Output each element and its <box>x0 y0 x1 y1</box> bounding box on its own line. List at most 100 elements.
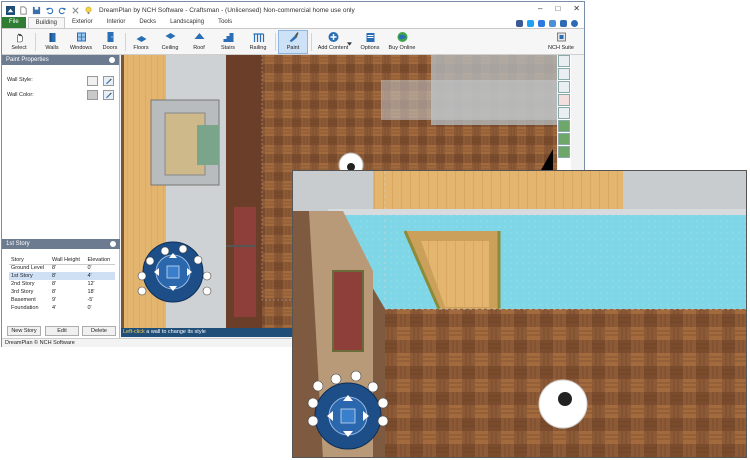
redo-icon[interactable] <box>58 6 67 15</box>
wall-color-picker[interactable] <box>103 90 114 100</box>
railing-icon <box>253 33 264 42</box>
table-row[interactable]: 2nd Story 8' 12' <box>9 280 115 288</box>
stairs-button[interactable]: Stairs <box>213 31 243 51</box>
delete-tool-icon[interactable] <box>558 94 570 106</box>
paint-brush-icon <box>289 32 298 42</box>
table-row[interactable]: Basement 9' -5' <box>9 296 115 304</box>
walls-button[interactable]: Walls <box>37 31 67 51</box>
eyedropper-icon <box>106 92 112 99</box>
hint-text: a wall to change its style <box>144 329 206 335</box>
new-file-icon[interactable] <box>19 6 28 15</box>
paint-button[interactable]: Paint <box>278 30 308 54</box>
roof-button[interactable]: Roof <box>184 31 214 51</box>
floor-icon <box>136 36 146 42</box>
roof-icon <box>194 33 204 39</box>
table-row[interactable]: Foundation 4' 0' <box>9 304 115 312</box>
chevron-down-icon[interactable] <box>347 42 352 46</box>
select-button[interactable]: Select <box>4 31 34 51</box>
grass-tool-icon[interactable] <box>558 146 570 158</box>
globe-icon <box>397 32 407 42</box>
eyedropper-icon <box>106 78 112 85</box>
collapse-icon[interactable] <box>110 241 116 247</box>
wall-color-swatch[interactable] <box>87 90 98 100</box>
properties-panel: Paint Properties Wall Style: Wall Color:… <box>2 55 120 338</box>
undo-icon[interactable] <box>45 6 54 15</box>
hand-pointer-icon <box>16 33 23 43</box>
minimize-button[interactable]: – <box>538 4 542 13</box>
quick-access-toolbar <box>2 5 93 15</box>
nch-suite-button[interactable]: NCH Suite <box>544 31 578 51</box>
wall-style-picker[interactable] <box>103 76 114 86</box>
tab-file[interactable]: File <box>2 17 26 28</box>
save-icon[interactable] <box>32 6 41 15</box>
delete-icon[interactable] <box>71 6 80 15</box>
wall-style-label: Wall Style: <box>7 77 33 83</box>
title-bar: DreamPlan by NCH Software - Craftsman - … <box>2 2 584 18</box>
tab-building[interactable]: Building <box>27 17 66 28</box>
delete-story-button[interactable]: Delete <box>82 326 116 336</box>
landscape-tool-icon[interactable] <box>558 133 570 145</box>
tab-interior[interactable]: Interior <box>100 17 133 28</box>
tab-exterior[interactable]: Exterior <box>65 17 100 28</box>
railing-button[interactable]: Railing <box>243 31 273 51</box>
options-button[interactable]: Options <box>355 31 385 51</box>
buy-online-button[interactable]: Buy Online <box>386 31 418 51</box>
app-logo-icon <box>6 5 15 15</box>
right-tool-strip <box>558 55 571 172</box>
zoomed-scene-render <box>293 171 746 457</box>
story-section: 1st Story <box>2 239 120 249</box>
help-icons <box>516 18 578 29</box>
wall-style-swatch[interactable] <box>87 76 98 86</box>
tab-landscaping[interactable]: Landscaping <box>163 17 211 28</box>
add-content-button[interactable]: Add Content <box>312 31 354 51</box>
twitter-icon[interactable] <box>527 20 534 27</box>
screen-icon[interactable] <box>549 20 556 27</box>
ceiling-icon <box>165 33 175 39</box>
zoomed-viewport[interactable] <box>292 170 747 458</box>
zoom-connector <box>541 149 553 170</box>
paint-properties-header: Paint Properties <box>2 55 119 65</box>
maximize-button[interactable]: □ <box>555 4 560 13</box>
edit-story-button[interactable]: Edit <box>45 326 79 336</box>
windows-button[interactable]: Windows <box>66 31 96 51</box>
paint-properties-title: Paint Properties <box>6 57 49 63</box>
ribbon-tabs: File Building Exterior Interior Decks La… <box>2 17 584 29</box>
wall-color-label: Wall Color: <box>7 92 34 98</box>
floors-button[interactable]: Floors <box>126 31 156 51</box>
page-tool-icon[interactable] <box>558 107 570 119</box>
app-root: DreamPlan by NCH Software - Craftsman - … <box>0 0 750 460</box>
thumbs-up-icon[interactable] <box>538 20 545 27</box>
lightbulb-icon[interactable] <box>84 6 93 15</box>
ribbon-toolbar: Select Walls Windows Doors Floors Ceilin… <box>2 29 584 55</box>
walls-icon <box>49 33 55 42</box>
door-icon <box>107 32 113 42</box>
story-title: 1st Story <box>6 241 30 247</box>
stairs-icon <box>223 33 233 42</box>
story-table: Story Wall Height Elevation Ground Level… <box>9 256 115 312</box>
tab-decks[interactable]: Decks <box>132 17 163 28</box>
nch-suite-icon <box>556 32 566 42</box>
status-text: DreamPlan © NCH Software <box>5 340 75 346</box>
window-icon <box>76 32 86 42</box>
facebook-icon[interactable] <box>516 20 523 27</box>
orbit-tool-icon[interactable] <box>558 81 570 93</box>
help-icon[interactable] <box>571 20 578 27</box>
window-controls: – □ ✕ <box>538 4 580 13</box>
doors-button[interactable]: Doors <box>95 31 125 51</box>
rotate-tool-icon[interactable] <box>558 68 570 80</box>
info-icon[interactable] <box>560 20 567 27</box>
hint-highlight: Left-click <box>123 329 145 335</box>
new-story-button[interactable]: New Story <box>7 326 41 336</box>
ceiling-button[interactable]: Ceiling <box>155 31 185 51</box>
terrain-tool-icon[interactable] <box>558 120 570 132</box>
table-row[interactable]: Ground Level 8' 0' <box>9 264 115 272</box>
close-button[interactable]: ✕ <box>573 4 580 13</box>
hand-tool-icon[interactable] <box>558 55 570 67</box>
table-header: Story Wall Height Elevation <box>9 256 115 265</box>
options-icon <box>366 33 374 42</box>
collapse-icon[interactable] <box>109 57 115 63</box>
table-row-selected[interactable]: 1st Story 8' 4' <box>9 272 115 280</box>
table-row[interactable]: 3rd Story 8' 18' <box>9 288 115 296</box>
tab-tools[interactable]: Tools <box>211 17 239 28</box>
add-content-icon <box>328 32 338 42</box>
